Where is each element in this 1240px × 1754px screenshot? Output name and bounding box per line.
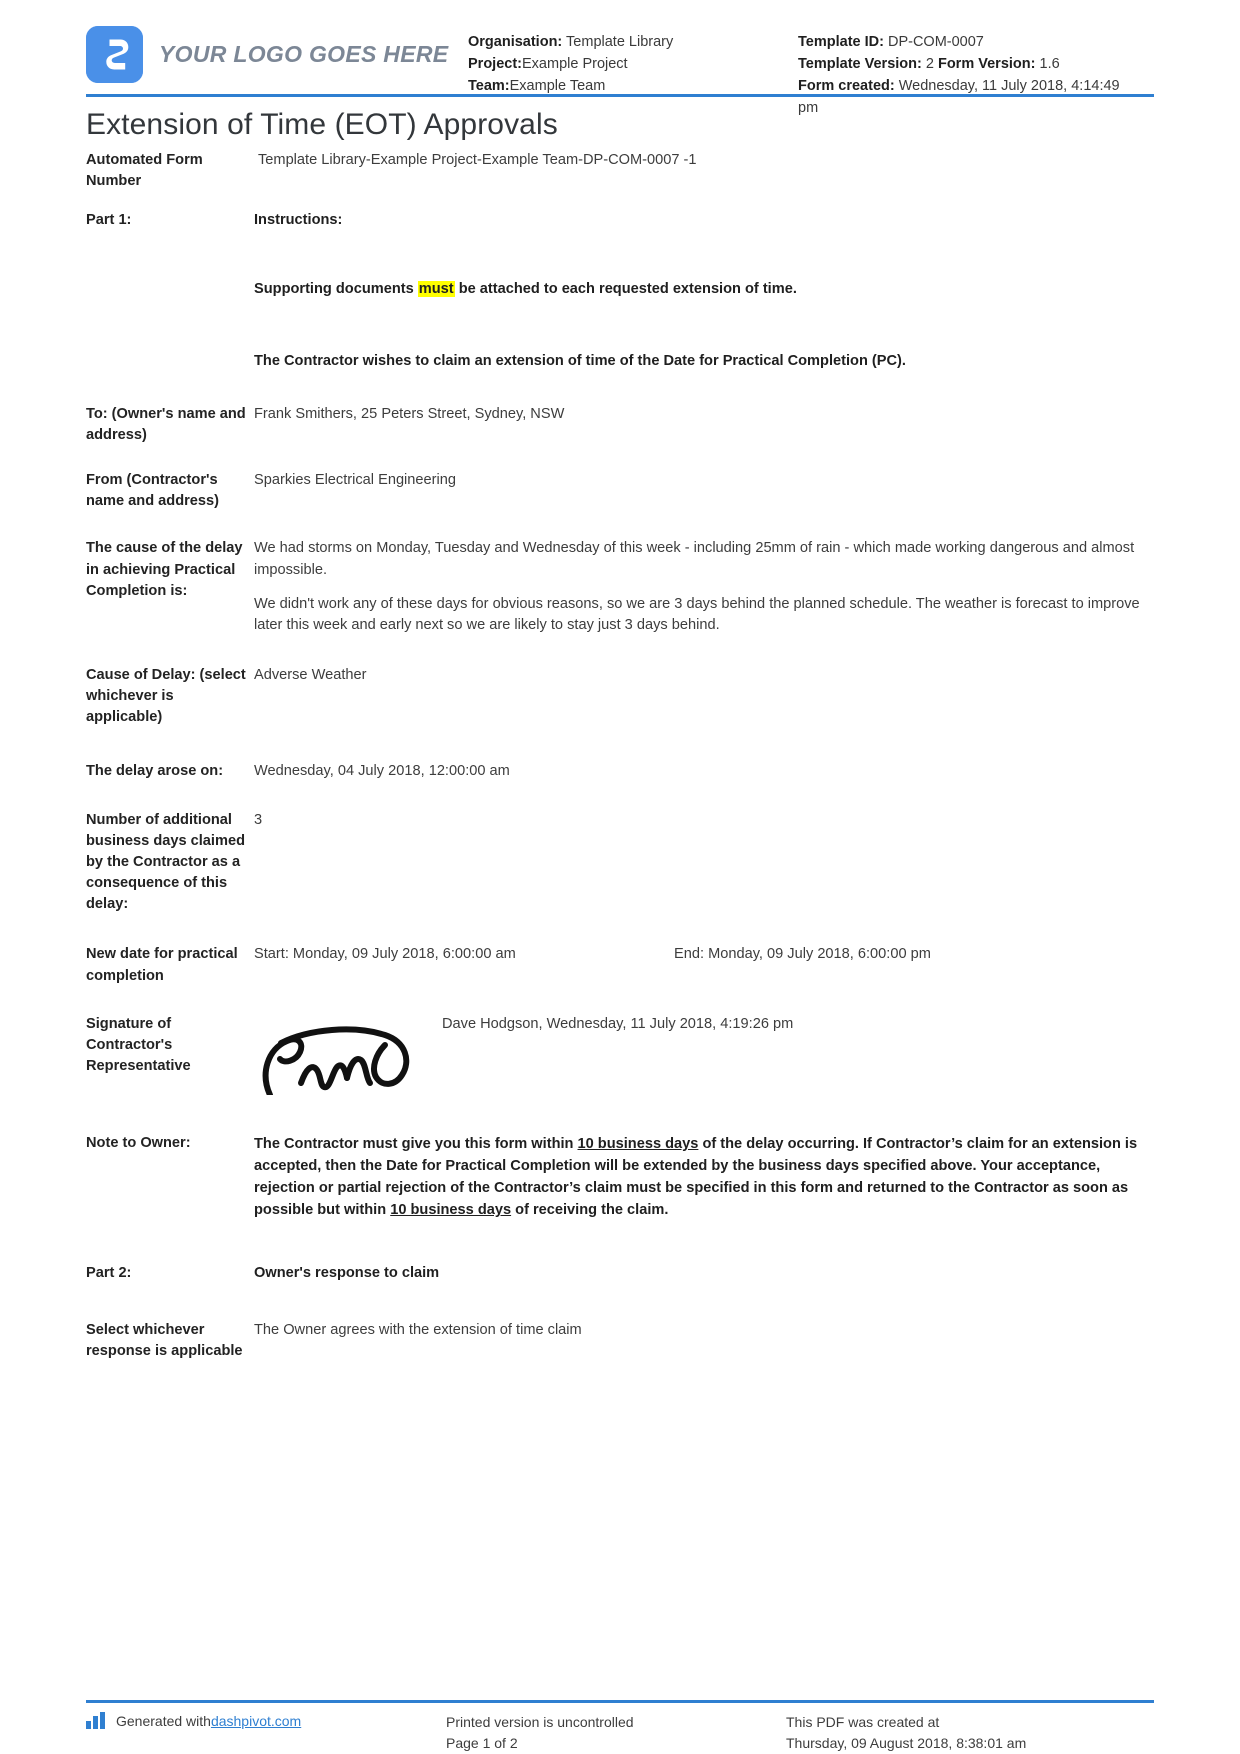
days-claimed-value: 3 <box>254 811 263 828</box>
logo-text: YOUR LOGO GOES HERE <box>159 41 449 67</box>
meta-form-version-label: Form Version: <box>937 56 1036 73</box>
field-row-part2: Part 2: Owner's response to claim <box>86 1263 1154 1284</box>
meta-template-id: Template ID: DP-COM-0007 <box>798 31 1138 53</box>
logo-block: YOUR LOGO GOES HERE <box>86 18 468 83</box>
header-meta-right: Template ID: DP-COM-0007 Template Versio… <box>798 18 1138 119</box>
footer-generated-prefix: Generated with <box>116 1712 211 1729</box>
field-row-select-response: Select whichever response is applicable … <box>86 1320 1154 1362</box>
to-label: To: (Owner's name and address) <box>86 405 246 443</box>
part1-value: Instructions: <box>254 212 343 229</box>
select-response-value: The Owner agrees with the extension of t… <box>254 1321 582 1338</box>
cause-paragraph-1: We had storms on Monday, Tuesday and Wed… <box>254 540 1135 578</box>
handwritten-signature-icon <box>254 1014 442 1102</box>
note-text: The Contractor must give you this form w… <box>254 1133 1154 1222</box>
signature-name: Dave Hodgson, Wednesday, 11 July 2018, 4… <box>442 1015 794 1032</box>
signature-value: Dave Hodgson, Wednesday, 11 July 2018, 4… <box>254 1014 1154 1102</box>
new-date-value: Start: Monday, 09 July 2018, 6:00:00 am … <box>254 944 1154 965</box>
cause-paragraph-2: We didn't work any of these days for obv… <box>254 595 1140 633</box>
meta-template-version-label: Template Version: <box>798 56 922 73</box>
footer-created-label: This PDF was created at <box>786 1714 940 1730</box>
to-value: Frank Smithers, 25 Peters Street, Sydney… <box>254 405 565 422</box>
from-value: Sparkies Electrical Engineering <box>254 472 456 489</box>
delay-arose-value: Wednesday, 04 July 2018, 12:00:00 am <box>254 762 510 779</box>
new-date-label: New date for practical completion <box>86 946 238 984</box>
field-row-form-number: Automated Form Number Template Library-E… <box>86 150 1154 192</box>
meta-project-value: Example Project <box>522 56 628 73</box>
field-row-signature: Signature of Contractor's Representative <box>86 1014 1154 1102</box>
instruction-1-text: Supporting documents must be attached to… <box>254 279 1154 300</box>
meta-project: Project:Example Project <box>468 53 798 75</box>
field-row-cause-of-delay: Cause of Delay: (select whichever is app… <box>86 665 1154 728</box>
new-date-columns: Start: Monday, 09 July 2018, 6:00:00 am … <box>254 944 1154 965</box>
meta-organisation-value: Template Library <box>566 34 674 50</box>
meta-organisation-label: Organisation: <box>468 34 563 50</box>
meta-team: Team:Example Team <box>468 75 798 97</box>
days-claimed-label: Number of additional business days claim… <box>86 811 245 913</box>
field-row-from: From (Contractor's name and address) Spa… <box>86 470 1154 512</box>
from-label: From (Contractor's name and address) <box>86 472 220 510</box>
footer-page-number: Page 1 of 2 <box>446 1735 518 1751</box>
meta-team-label: Team: <box>468 78 510 95</box>
part2-label: Part 2: <box>86 1264 132 1281</box>
note-underline-1: 10 business days <box>577 1135 699 1152</box>
signature-label: Signature of Contractor's Representative <box>86 1015 191 1075</box>
footer-middle: Printed version is uncontrolled Page 1 o… <box>446 1712 786 1754</box>
meta-template-version-value: 2 <box>925 56 934 73</box>
field-row-instruction-1: Supporting documents must be attached to… <box>86 279 1154 300</box>
field-row-delay-arose: The delay arose on: Wednesday, 04 July 2… <box>86 761 1154 782</box>
instruction-1-highlight: must <box>417 281 455 298</box>
meta-template-id-label: Template ID: <box>798 34 884 50</box>
note-underline-2: 10 business days <box>390 1202 512 1219</box>
footer-generated: Generated with dashpivot.com <box>86 1712 446 1729</box>
dashpivot-logo-icon <box>86 26 143 83</box>
field-row-instruction-2: The Contractor wishes to claim an extens… <box>86 351 1154 372</box>
note-segment-3: of receiving the claim. <box>511 1202 669 1219</box>
footer-created: This PDF was created at Thursday, 09 Aug… <box>786 1712 1154 1754</box>
field-row-days-claimed: Number of additional business days claim… <box>86 810 1154 916</box>
field-row-note-to-owner: Note to Owner: The Contractor must give … <box>86 1133 1154 1222</box>
footer-uncontrolled-text: Printed version is uncontrolled <box>446 1714 634 1730</box>
meta-template-id-value: DP-COM-0007 <box>887 34 984 50</box>
field-row-new-date: New date for practical completion Start:… <box>86 944 1154 986</box>
cause-of-delay-value: Adverse Weather <box>254 667 367 684</box>
field-row-to: To: (Owner's name and address) Frank Smi… <box>86 404 1154 446</box>
select-response-label: Select whichever response is applicable <box>86 1321 243 1359</box>
note-segment-1: The Contractor must give you this form w… <box>254 1135 578 1152</box>
meta-form-version-value: 1.6 <box>1039 56 1060 73</box>
bar-chart-icon <box>86 1712 108 1729</box>
part1-label: Part 1: <box>86 212 132 229</box>
field-row-part1: Part 1: Instructions: <box>86 210 1154 231</box>
document-footer: Generated with dashpivot.com Printed ver… <box>86 1700 1154 1754</box>
footer-content: Generated with dashpivot.com Printed ver… <box>86 1703 1154 1754</box>
new-date-end: End: Monday, 09 July 2018, 6:00:00 pm <box>674 946 931 963</box>
delay-arose-label: The delay arose on: <box>86 762 224 779</box>
document-header: YOUR LOGO GOES HERE Organisation: Templa… <box>86 0 1154 116</box>
document-page: YOUR LOGO GOES HERE Organisation: Templa… <box>0 0 1240 1754</box>
page-content: YOUR LOGO GOES HERE Organisation: Templa… <box>86 0 1154 1754</box>
cause-label: The cause of the delay in achieving Prac… <box>86 540 243 599</box>
footer-created-value: Thursday, 09 August 2018, 8:38:01 am <box>786 1735 1027 1751</box>
signature-area: Dave Hodgson, Wednesday, 11 July 2018, 4… <box>254 1014 1154 1102</box>
instruction-1-post: be attached to each requested extension … <box>454 281 797 298</box>
instruction-1-pre: Supporting documents <box>254 281 418 298</box>
meta-organisation: Organisation: Template Library <box>468 31 798 53</box>
form-number-label: Automated Form Number <box>86 152 203 190</box>
header-meta-left: Organisation: Template Library Project:E… <box>468 18 798 97</box>
new-date-start: Start: Monday, 09 July 2018, 6:00:00 am <box>254 946 516 963</box>
meta-versions: Template Version: 2 Form Version: 1.6 <box>798 53 1138 75</box>
cause-value: We had storms on Monday, Tuesday and Wed… <box>254 538 1154 636</box>
dashpivot-link[interactable]: dashpivot.com <box>211 1713 301 1729</box>
meta-project-label: Project: <box>468 56 522 73</box>
form-number-value: Template Library-Example Project-Example… <box>258 152 697 168</box>
part2-value: Owner's response to claim <box>254 1264 440 1281</box>
field-row-cause: The cause of the delay in achieving Prac… <box>86 538 1154 636</box>
meta-form-created-label: Form created: <box>798 78 895 95</box>
instruction-2-text: The Contractor wishes to claim an extens… <box>254 352 906 369</box>
meta-team-value: Example Team <box>509 78 606 95</box>
cause-of-delay-label: Cause of Delay: (select whichever is app… <box>86 667 246 726</box>
meta-form-created: Form created: Wednesday, 11 July 2018, 4… <box>798 75 1138 119</box>
note-label: Note to Owner: <box>86 1134 191 1151</box>
